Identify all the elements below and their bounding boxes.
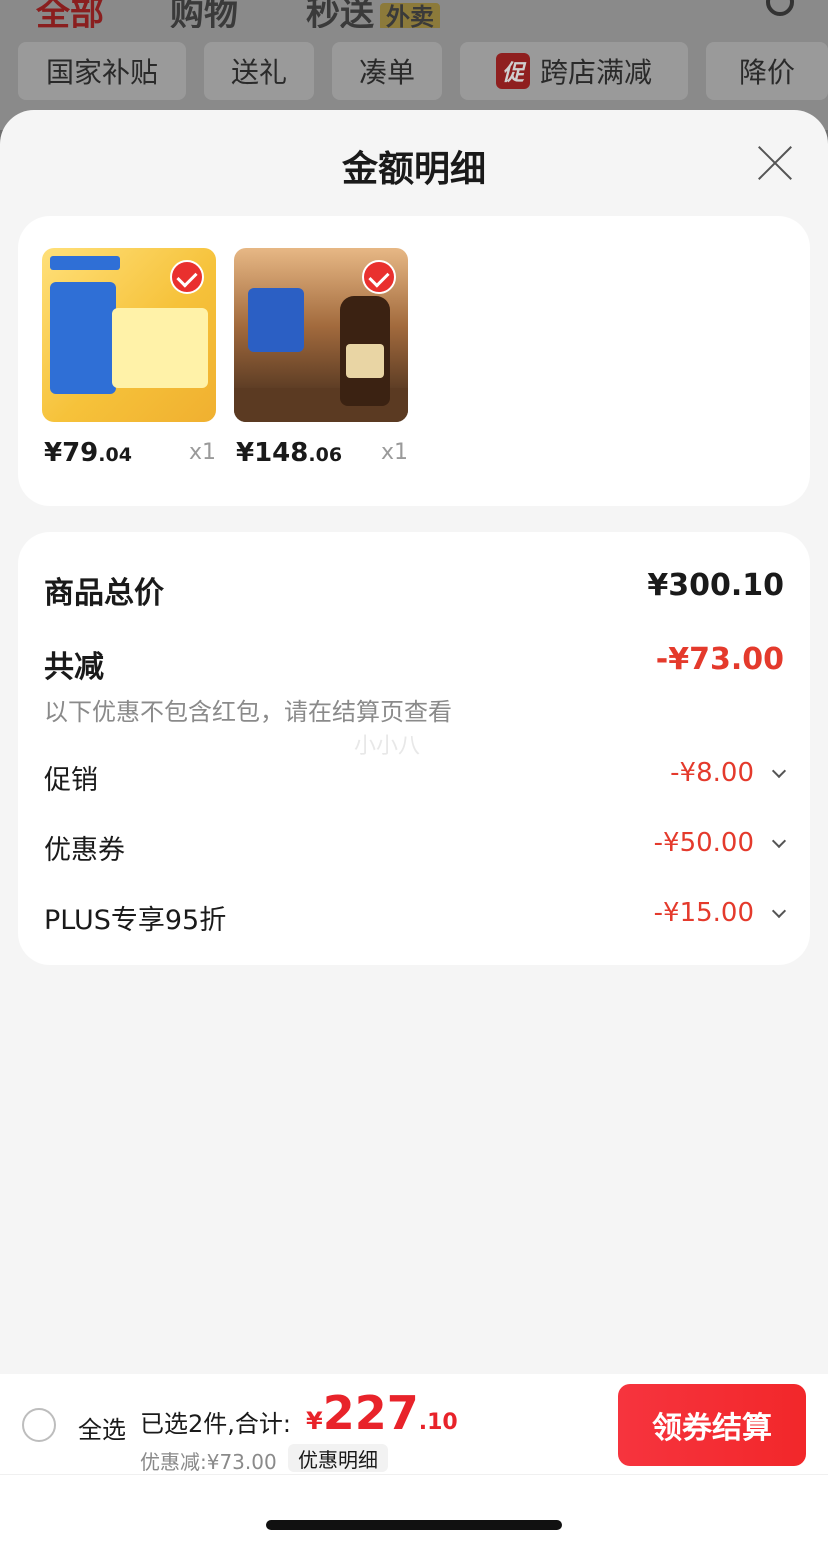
plus-value: -¥15.00: [653, 898, 754, 928]
chip-subsidy[interactable]: 国家补贴: [18, 42, 186, 100]
top-tabs: 全部 购物 秒送 外卖: [0, 0, 828, 28]
chip-bundle[interactable]: 凑单: [332, 42, 442, 100]
total-dec: .10: [418, 1410, 458, 1435]
check-icon[interactable]: [170, 260, 204, 294]
discount-note: 以下优惠不包含红包，请在结算页查看: [44, 698, 452, 726]
promo-label: 促销: [44, 765, 98, 796]
product-image: [234, 248, 408, 422]
chip-gift[interactable]: 送礼: [204, 42, 314, 100]
reduce-row: 共减 -¥73.00: [44, 642, 784, 685]
bottle-label-art: [346, 344, 384, 378]
product-item[interactable]: ¥79.04 x1: [42, 248, 216, 470]
filter-chips: 国家补贴 送礼 凑单 促跨店满减 降价: [0, 42, 828, 102]
search-icon[interactable]: [766, 0, 794, 16]
amount-detail-sheet: 金额明细 ¥79.04 x1 ¥148.06 x1 商品总价 ¥300.10 共…: [0, 110, 828, 1547]
chevron-down-icon[interactable]: [771, 903, 787, 919]
reduce-label: 共减: [44, 650, 104, 685]
chevron-down-icon[interactable]: [771, 763, 787, 779]
select-all-label[interactable]: 全选: [78, 1410, 126, 1445]
product-box-art: [112, 308, 208, 388]
promo-tag: 促: [495, 53, 530, 89]
selected-count-text: 已选2件,合计:: [140, 1410, 291, 1438]
promo-row[interactable]: 促销 -¥8.00: [44, 758, 787, 796]
total-row: 商品总价 ¥300.10: [44, 568, 784, 611]
plus-row[interactable]: PLUS专享95折 -¥15.00: [44, 898, 787, 936]
product-label-art: [50, 282, 116, 394]
brand-logo: [50, 256, 120, 270]
product-item[interactable]: ¥148.06 x1: [234, 248, 408, 470]
select-all-radio[interactable]: [22, 1408, 56, 1442]
check-icon[interactable]: [362, 260, 396, 294]
discount-text: 优惠减:¥73.00: [140, 1450, 277, 1474]
home-indicator[interactable]: [266, 1520, 562, 1530]
tab-all[interactable]: 全部: [36, 0, 104, 28]
sheet-title: 金额明细: [341, 149, 486, 190]
tab-instant-label: 秒送: [306, 0, 374, 28]
grand-total: ¥227.10: [306, 1386, 458, 1440]
summary-card: 商品总价 ¥300.10 共减 -¥73.00 以下优惠不包含红包，请在结算页查…: [18, 532, 810, 965]
chip-price-drop[interactable]: 降价: [706, 42, 828, 100]
chip-cross-store[interactable]: 促跨店满减: [460, 42, 688, 100]
checkout-button[interactable]: 领券结算: [618, 1384, 806, 1466]
plus-label: PLUS专享95折: [44, 905, 227, 936]
coupon-row[interactable]: 优惠券 -¥50.00: [44, 828, 787, 866]
product-qty: x1: [380, 440, 408, 465]
product-price: ¥148.06: [236, 438, 342, 468]
chevron-down-icon[interactable]: [771, 833, 787, 849]
tab-shopping[interactable]: 购物: [170, 0, 238, 28]
total-symbol: ¥: [306, 1407, 323, 1435]
coupon-value: -¥50.00: [653, 828, 754, 858]
watermark: 小小八: [354, 734, 421, 759]
close-icon[interactable]: [756, 144, 794, 182]
price-int: 148: [254, 438, 309, 468]
product-qty: x1: [188, 440, 216, 465]
total-label: 商品总价: [44, 576, 164, 611]
checkout-bar: 全选 已选2件,合计: ¥227.10 优惠减:¥73.00 优惠明细 领券结算: [0, 1374, 828, 1547]
tab-instant[interactable]: 秒送 外卖: [306, 0, 440, 28]
price-dec: .06: [308, 444, 343, 466]
discount-detail-button[interactable]: 优惠明细: [288, 1444, 388, 1472]
total-int: 227: [322, 1386, 419, 1440]
chip-cross-store-label: 跨店满减: [540, 56, 653, 89]
price-int: 79: [62, 438, 99, 468]
promo-value: -¥8.00: [670, 758, 754, 788]
divider: [0, 1474, 828, 1475]
products-card: ¥79.04 x1 ¥148.06 x1: [18, 216, 810, 506]
price-dec: .04: [98, 444, 132, 466]
product-price: ¥79.04: [44, 438, 132, 468]
tab-badge: 外卖: [380, 3, 440, 28]
product-image: [42, 248, 216, 422]
coupon-label: 优惠券: [44, 835, 125, 866]
reduce-value: -¥73.00: [655, 642, 784, 677]
promo-panel-art: [248, 288, 304, 352]
price-symbol: ¥: [236, 438, 255, 468]
price-symbol: ¥: [44, 438, 63, 468]
total-value: ¥300.10: [647, 568, 784, 603]
